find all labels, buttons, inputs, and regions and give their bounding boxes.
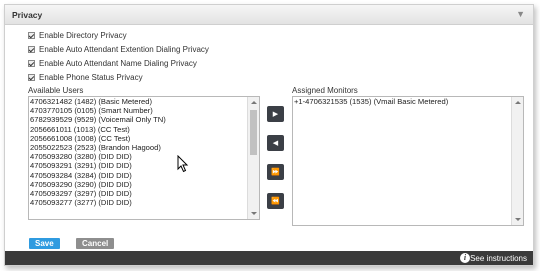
- privacy-panel: Privacy ▼ Enable Directory Privacy Enabl…: [4, 4, 534, 266]
- checkbox[interactable]: [28, 59, 35, 67]
- list-item[interactable]: 4705093277 (3277) (DID DID): [29, 198, 259, 207]
- checkbox[interactable]: [28, 31, 35, 39]
- available-users-label: Available Users: [28, 86, 84, 95]
- checkbox[interactable]: [28, 45, 35, 53]
- cancel-button[interactable]: Cancel: [76, 238, 115, 249]
- move-all-left-button[interactable]: ⏪: [267, 193, 284, 209]
- scroll-down-icon[interactable]: [515, 218, 521, 221]
- see-instructions-link[interactable]: See instructions: [470, 254, 527, 263]
- checkbox[interactable]: [28, 73, 35, 81]
- scroll-down-icon[interactable]: [251, 212, 257, 215]
- list-item[interactable]: 4706321482 (1482) (Basic Metered): [29, 97, 259, 106]
- footer-bar: i See instructions: [5, 251, 533, 265]
- option-directory-privacy[interactable]: Enable Directory Privacy: [28, 29, 127, 41]
- move-all-right-button[interactable]: ⏩: [267, 164, 284, 180]
- available-users-list[interactable]: 4706321482 (1482) (Basic Metered) 4703770…: [28, 96, 260, 220]
- scroll-up-icon[interactable]: [515, 101, 521, 104]
- list-item[interactable]: 4705093284 (3284) (DID DID): [29, 171, 259, 180]
- list-item[interactable]: 4705093290 (3290) (DID DID): [29, 180, 259, 189]
- option-aa-name-privacy[interactable]: Enable Auto Attendant Name Dialing Priva…: [28, 57, 197, 69]
- list-item[interactable]: 4705093280 (3280) (DID DID): [29, 152, 259, 161]
- list-item[interactable]: +1-4706321535 (1535) (Vmail Basic Metere…: [293, 97, 523, 106]
- list-item[interactable]: 2055022523 (2523) (Brandon Hagood): [29, 143, 259, 152]
- list-item[interactable]: 2056661008 (1008) (CC Test): [29, 134, 259, 143]
- option-label: Enable Auto Attendant Name Dialing Priva…: [39, 58, 197, 68]
- mouse-pointer-icon: [177, 155, 189, 173]
- scrollbar[interactable]: [247, 97, 259, 219]
- arrow-right-icon: ▶: [272, 111, 279, 118]
- option-label: Enable Auto Attendant Extention Dialing …: [39, 44, 209, 54]
- list-item[interactable]: 4705093297 (3297) (DID DID): [29, 189, 259, 198]
- arrow-left-icon: ◀: [272, 140, 279, 147]
- scroll-up-icon[interactable]: [251, 101, 257, 104]
- list-item[interactable]: 2056661011 (1013) (CC Test): [29, 125, 259, 134]
- double-arrow-right-icon: ⏩: [271, 169, 280, 176]
- assigned-monitors-list[interactable]: +1-4706321535 (1535) (Vmail Basic Metere…: [292, 96, 524, 226]
- option-label: Enable Phone Status Privacy: [39, 72, 143, 82]
- scrollbar[interactable]: [511, 97, 523, 225]
- panel-title: Privacy: [12, 10, 43, 20]
- option-aa-extension-privacy[interactable]: Enable Auto Attendant Extention Dialing …: [28, 43, 209, 55]
- move-left-button[interactable]: ◀: [267, 135, 284, 151]
- info-icon[interactable]: i: [460, 253, 470, 263]
- option-phone-status-privacy[interactable]: Enable Phone Status Privacy: [28, 71, 143, 83]
- list-item[interactable]: 6782939529 (9529) (Voicemail Only TN): [29, 115, 259, 124]
- move-right-button[interactable]: ▶: [267, 106, 284, 122]
- save-button[interactable]: Save: [29, 238, 60, 249]
- list-item[interactable]: 4705093291 (3291) (DID DID): [29, 161, 259, 170]
- scroll-thumb[interactable]: [250, 110, 257, 155]
- list-item[interactable]: 4703770105 (0105) (Smart Number): [29, 106, 259, 115]
- collapse-icon[interactable]: ▼: [516, 9, 525, 19]
- assigned-monitors-label: Assigned Monitors: [292, 86, 358, 95]
- double-arrow-left-icon: ⏪: [271, 198, 280, 205]
- option-label: Enable Directory Privacy: [39, 30, 127, 40]
- panel-header: Privacy ▼: [5, 5, 533, 25]
